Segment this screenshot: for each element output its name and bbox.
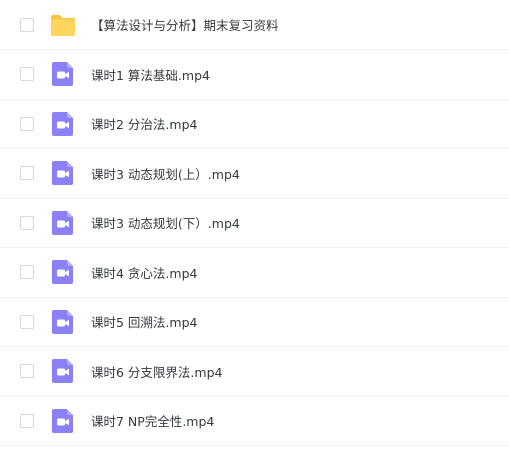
row-checkbox[interactable] (20, 364, 34, 379)
row-checkbox[interactable] (20, 17, 34, 32)
file-row-video[interactable]: 课时5 回溯法.mp4 (0, 298, 509, 347)
file-name[interactable]: 课时3 动态规划(下）.mp4 (91, 213, 240, 232)
file-row-video[interactable]: 课时2 分治法.mp4 (0, 100, 509, 149)
row-checkbox[interactable] (20, 413, 34, 428)
video-file-icon (52, 408, 73, 433)
video-file-icon (52, 359, 73, 384)
row-checkbox[interactable] (20, 166, 34, 181)
video-file-icon (52, 260, 73, 285)
row-checkbox[interactable] (20, 116, 34, 131)
file-name[interactable]: 【算法设计与分析】期末复习资料 (91, 15, 279, 34)
row-checkbox[interactable] (20, 265, 34, 280)
folder-icon (51, 14, 75, 36)
video-file-icon (52, 309, 73, 334)
file-name[interactable]: 课时6 分支限界法.mp4 (91, 362, 222, 381)
video-file-icon (52, 161, 73, 186)
row-checkbox[interactable] (20, 67, 34, 82)
video-file-icon (52, 62, 73, 87)
file-name[interactable]: 课时3 动态规划(上）.mp4 (91, 164, 240, 183)
file-name[interactable]: 课时7 NP完全性.mp4 (91, 411, 214, 430)
file-row-video[interactable]: 课时3 动态规划(上）.mp4 (0, 149, 509, 199)
file-row-folder[interactable]: 【算法设计与分析】期末复习资料 (0, 0, 509, 50)
video-file-icon (52, 210, 73, 235)
file-list: 【算法设计与分析】期末复习资料 课时1 算法基础.mp4 课时2 分治法.mp4 (0, 0, 509, 473)
file-name[interactable]: 课时5 回溯法.mp4 (91, 312, 197, 331)
file-row-video[interactable]: 课时3 动态规划(下）.mp4 (0, 199, 509, 248)
file-name[interactable]: 课时2 分治法.mp4 (91, 114, 197, 133)
file-row-video[interactable]: 课时7 NP完全性.mp4 (0, 397, 509, 446)
video-file-icon (52, 111, 73, 136)
row-checkbox[interactable] (20, 215, 34, 230)
file-name[interactable]: 课时4 贪心法.mp4 (91, 263, 197, 282)
file-row-video[interactable]: 课时4 贪心法.mp4 (0, 248, 509, 298)
file-row-video[interactable]: 课时6 分支限界法.mp4 (0, 347, 509, 397)
row-checkbox[interactable] (20, 314, 34, 329)
file-name[interactable]: 课时1 算法基础.mp4 (91, 65, 210, 84)
file-row-video[interactable]: 课时1 算法基础.mp4 (0, 50, 509, 100)
